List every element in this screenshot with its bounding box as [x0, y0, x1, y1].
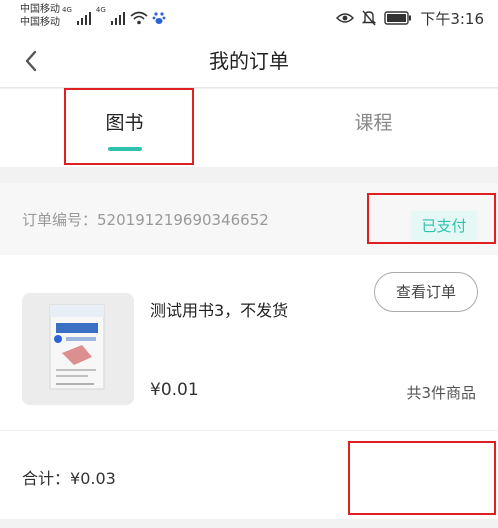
- network-type-2: 4G: [95, 6, 106, 14]
- eye-icon: [336, 13, 355, 23]
- item-count: 共3件商品: [406, 384, 476, 402]
- total-value: ¥0.03: [70, 469, 116, 488]
- baidu-paw-icon: [152, 12, 166, 24]
- order-number-label: 订单编号：: [22, 211, 98, 229]
- nav-bar: 我的订单: [0, 34, 498, 88]
- book-cover-icon: [22, 293, 134, 405]
- status-right: 下午3:16: [336, 8, 484, 28]
- tab-active-indicator: [108, 147, 142, 151]
- back-button[interactable]: [16, 46, 46, 76]
- tab-courses[interactable]: 课程: [249, 89, 498, 167]
- tab-books-label: 图书: [105, 112, 144, 134]
- tab-books[interactable]: 图书: [0, 89, 249, 167]
- network-type-1: 4G: [62, 6, 72, 14]
- wifi-icon: [130, 11, 148, 25]
- order-number: 订单编号：520191219690346652: [22, 209, 269, 230]
- signal-icons: 4G 4G: [62, 6, 166, 28]
- signal-icon: [76, 12, 91, 25]
- order-number-value: 520191219690346652: [97, 211, 269, 229]
- carrier-2: 中国移动: [20, 17, 60, 28]
- item-price: ¥0.01: [150, 380, 199, 400]
- signal-icon: [110, 12, 125, 25]
- clock: 下午3:16: [420, 9, 484, 28]
- book-cover-image: [22, 293, 134, 405]
- item-title: 测试用书3，不发货: [150, 301, 289, 320]
- tab-courses-label: 课程: [354, 112, 393, 134]
- carrier-1: 中国移动: [20, 4, 60, 15]
- order-total: 合计：¥0.03: [22, 465, 116, 489]
- order-footer: 合计：¥0.03: [0, 431, 498, 519]
- tab-bar: 图书 课程: [0, 89, 498, 167]
- status-bar: 中国移动 中国移动 4G 4G 下午3:16: [0, 0, 498, 34]
- chevron-left-icon: [25, 50, 37, 72]
- mute-bell-icon: [362, 10, 377, 26]
- status-badge: 已支付: [411, 211, 477, 241]
- view-order-button[interactable]: 查看订单: [374, 272, 478, 312]
- carrier-info: 中国移动 中国移动: [20, 3, 60, 29]
- page-title: 我的订单: [209, 49, 289, 73]
- total-label: 合计：: [22, 469, 71, 488]
- battery-icon: [384, 11, 412, 25]
